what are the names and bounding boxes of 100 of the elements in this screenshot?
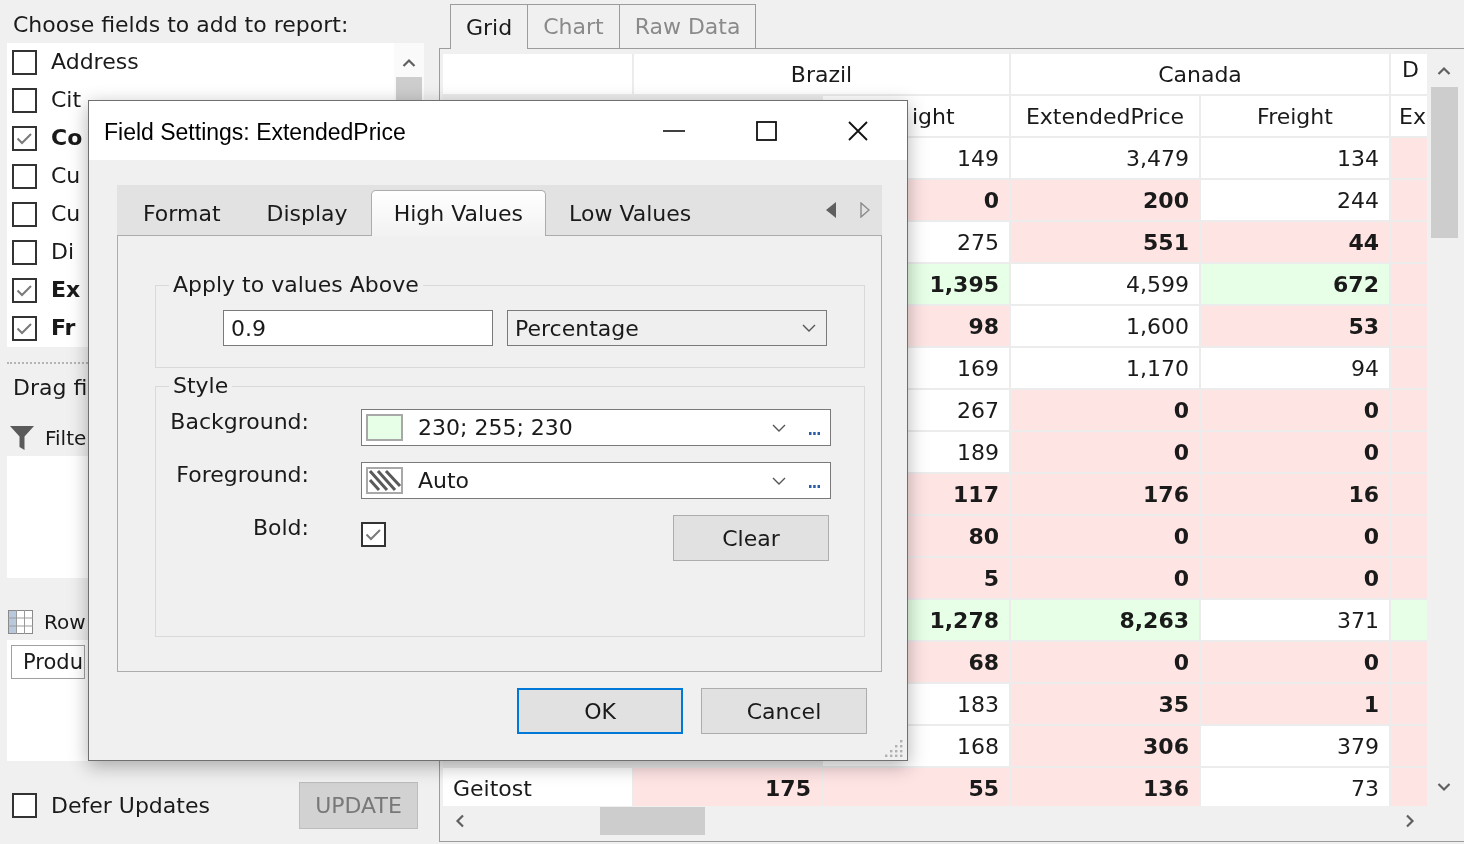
table-cell: 134 [1201, 138, 1389, 178]
clear-button[interactable]: Clear [673, 515, 829, 561]
table-cell: 1,170 [1011, 348, 1199, 388]
table-cell: 0 [1201, 390, 1389, 430]
chevron-right-icon[interactable] [1406, 814, 1415, 828]
table-cell: 4,599 [1011, 264, 1199, 304]
checkbox-label: Defer Updates [51, 793, 210, 818]
tab[interactable]: Display [243, 190, 371, 235]
field-label: Co [51, 125, 83, 151]
table-cell: 8,263 [1011, 600, 1199, 640]
chevron-down-icon[interactable] [772, 423, 786, 432]
area-label: Filte [45, 425, 87, 451]
column-header: ExtendedPrice [1011, 96, 1199, 136]
dialog-button[interactable]: Cancel [701, 688, 867, 734]
checkbox[interactable] [12, 87, 37, 113]
tab[interactable]: Format [120, 190, 244, 235]
table-cell: 1,600 [1011, 306, 1199, 346]
field-label: Bold: [251, 515, 309, 541]
grid-icon [8, 610, 33, 634]
field-label: Cit [51, 87, 82, 113]
field-label: Fr [51, 315, 76, 341]
checkbox[interactable] [12, 315, 37, 341]
table-cell: 1 [1201, 684, 1389, 724]
table-cell: 176 [1011, 474, 1199, 514]
table-cell: 306 [1011, 726, 1199, 766]
value-input[interactable]: 0.9 [223, 310, 493, 346]
color-dropdown[interactable]: 230; 255; 230 [361, 409, 831, 446]
hatched-swatch-icon [366, 467, 403, 494]
hint-text: Drag fi [13, 375, 88, 401]
table-cell: 244 [1201, 180, 1389, 220]
table-cell: 0 [1011, 432, 1199, 472]
column-group-header: D [1391, 54, 1427, 94]
checkbox[interactable] [12, 125, 37, 151]
scrollbar-thumb[interactable] [600, 807, 705, 835]
table-cell: 3,479 [1011, 138, 1199, 178]
scrollbar-thumb[interactable] [396, 77, 422, 100]
table-cell: 55 [823, 768, 1009, 806]
group-label: Style [172, 373, 230, 399]
table-cell: 16 [1201, 474, 1389, 514]
chevron-down-icon[interactable] [802, 324, 816, 332]
checkbox[interactable] [12, 277, 37, 303]
table-cell: 175 [634, 768, 821, 806]
ellipsis-icon[interactable] [809, 485, 820, 488]
table-cell: 136 [1011, 768, 1199, 806]
chevron-left-icon[interactable] [455, 814, 464, 828]
resize-grip-icon[interactable] [885, 739, 903, 757]
group-label: Apply to values Above [172, 272, 420, 298]
table-cell: 551 [1011, 222, 1199, 262]
column-header: Freight [1201, 96, 1389, 136]
table-cell: 0 [1011, 642, 1199, 682]
column-header: Ex [1391, 96, 1427, 136]
chevron-up-icon[interactable] [1437, 66, 1451, 75]
panel-title: Choose fields to add to report: [13, 12, 349, 38]
dropdown[interactable]: Percentage [507, 310, 827, 346]
triangle-left-icon[interactable] [826, 202, 836, 218]
checkbox[interactable] [12, 49, 37, 75]
field-label: Cu [51, 163, 81, 189]
tab[interactable]: Low Values [546, 190, 715, 235]
field-label: Ex [51, 277, 81, 303]
table-cell: 672 [1201, 264, 1389, 304]
table-cell: 0 [1201, 642, 1389, 682]
table-cell: 0 [1201, 432, 1389, 472]
scrollbar-thumb[interactable] [1430, 87, 1458, 238]
chevron-down-icon[interactable] [1437, 783, 1451, 792]
field-label: Background: [169, 409, 309, 435]
dialog-title: Field Settings: ExtendedPrice [104, 118, 406, 146]
field-label: Address [51, 49, 139, 75]
color-dropdown[interactable]: Auto [361, 462, 831, 499]
checkbox[interactable] [12, 201, 37, 227]
table-cell: 0 [1011, 516, 1199, 556]
checkbox[interactable] [12, 163, 37, 189]
field-chip[interactable]: Produ [11, 645, 85, 679]
close-icon [848, 120, 868, 141]
checkbox[interactable] [12, 793, 37, 818]
table-cell: 0 [1011, 390, 1199, 430]
table-cell: 44 [1201, 222, 1389, 262]
column-group-header: Canada [1011, 54, 1389, 94]
row-header: Geitost [443, 768, 632, 806]
field-label: Di [51, 239, 75, 265]
table-cell: 0 [1201, 516, 1389, 556]
field-label: Foreground: [175, 462, 309, 488]
tab[interactable]: High Values [370, 190, 547, 236]
table-cell: 35 [1011, 684, 1199, 724]
dialog-button[interactable]: OK [517, 688, 683, 734]
table-cell: 0 [1201, 558, 1389, 598]
table-cell: 94 [1201, 348, 1389, 388]
tab[interactable]: Grid [450, 4, 529, 49]
table-cell: 371 [1201, 600, 1389, 640]
checkbox[interactable] [361, 522, 386, 547]
table-cell: 0 [1011, 558, 1199, 598]
chevron-down-icon[interactable] [772, 476, 786, 485]
maximize-icon [755, 120, 777, 141]
ellipsis-icon[interactable] [809, 432, 820, 435]
funnel-icon [10, 426, 34, 450]
minimize-icon [663, 128, 685, 133]
table-cell: 379 [1201, 726, 1389, 766]
column-group-header: Brazil [634, 54, 1009, 94]
area-label: Row [44, 609, 86, 635]
chevron-up-icon[interactable] [402, 58, 416, 67]
checkbox[interactable] [12, 239, 37, 265]
